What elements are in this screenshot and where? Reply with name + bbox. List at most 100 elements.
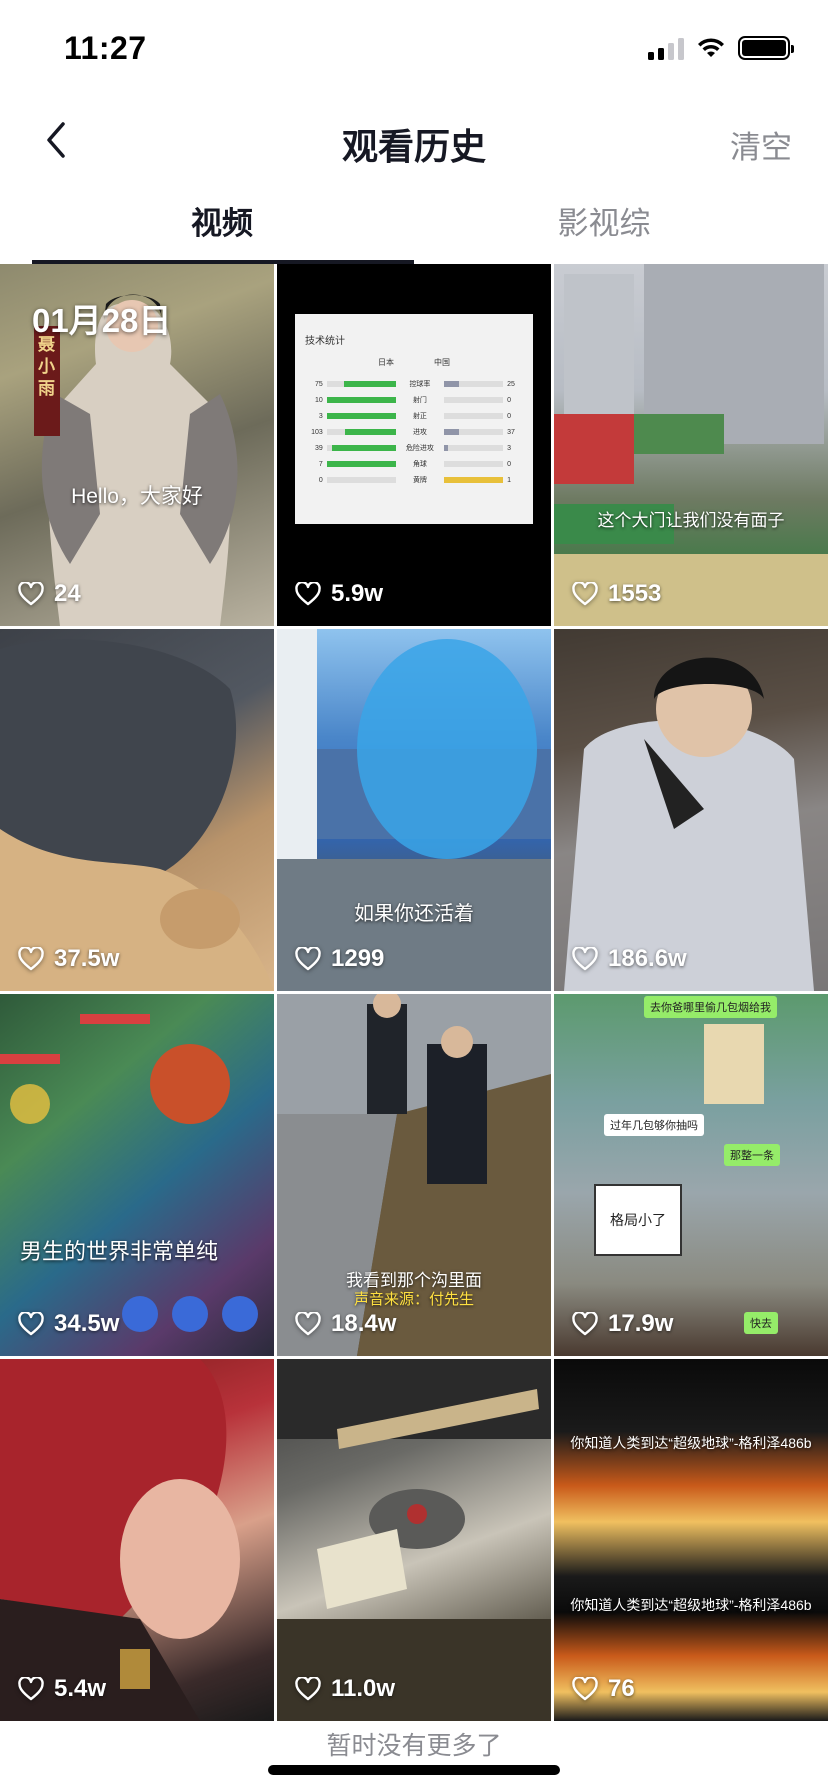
stats-row: 10 射门 0 <box>305 392 523 408</box>
heart-icon <box>18 1677 44 1701</box>
like-count-value: 11.0w <box>331 1675 396 1702</box>
stat-name: 控球率 <box>409 381 431 388</box>
thumbnail-image <box>277 1359 551 1721</box>
video-thumbnail[interactable]: 11.0w <box>277 1359 551 1721</box>
chat-bubble: 那整一条 <box>724 1144 780 1166</box>
stat-right-value: 37 <box>507 428 515 436</box>
stats-panel: 技术统计 日本 中国 75 控球率 25 10 射门 0 3 射正 0 103 进攻 37 39 危险进攻… <box>295 314 533 524</box>
stat-left-fill <box>344 429 397 435</box>
heart-icon <box>18 1312 44 1336</box>
stat-right-value: 0 <box>507 460 512 468</box>
stat-left-fill <box>331 445 397 451</box>
stat-left-fill <box>326 413 397 419</box>
heart-icon <box>295 1677 321 1701</box>
nav-bar: 观看历史 清空 <box>0 100 828 180</box>
heart-icon <box>295 1312 321 1336</box>
stat-left-bar <box>326 413 397 419</box>
like-count-value: 5.4w <box>54 1675 107 1702</box>
heart-icon <box>18 582 44 606</box>
video-caption: 你知道人类到达“超级地球”-格利泽486b <box>570 1435 812 1451</box>
video-thumbnail[interactable]: 我看到那个沟里面 声音来源：付先生 18.4w <box>277 994 551 1356</box>
stat-left-bar <box>326 397 397 403</box>
like-count-value: 76 <box>608 1675 635 1702</box>
video-thumbnail[interactable]: 技术统计 日本 中国 75 控球率 25 10 射门 0 3 射正 0 103 进攻 37 39 危险进攻… <box>277 264 551 626</box>
heart-icon <box>572 1677 598 1701</box>
stat-right-value: 3 <box>507 444 512 452</box>
video-thumbnail[interactable]: 如果你还活着 1299 <box>277 629 551 991</box>
stat-left-fill <box>326 397 397 403</box>
stat-name: 角球 <box>412 461 427 468</box>
stat-right-bar <box>443 429 504 435</box>
video-caption: Hello，大家好 <box>71 485 203 508</box>
stats-row: 103 进攻 37 <box>305 424 523 440</box>
stat-left-value: 39 <box>315 444 323 452</box>
like-count: 5.9w <box>295 580 383 608</box>
wifi-icon <box>698 38 724 57</box>
like-count-value: 34.5w <box>54 1310 120 1337</box>
video-thumbnail[interactable]: 5.4w <box>0 1359 274 1721</box>
like-count: 34.5w <box>18 1310 119 1338</box>
chat-bubble: 去你爸哪里偷几包烟给我 <box>644 996 777 1018</box>
thumbnail-image <box>0 1014 258 1332</box>
like-count: 11.0w <box>295 1675 395 1703</box>
stat-right-bar <box>443 413 504 419</box>
team-left: 日本 <box>378 358 394 367</box>
tab-videos[interactable]: 视频 <box>32 188 412 264</box>
stats-row: 3 射正 0 <box>305 408 523 424</box>
video-thumbnail[interactable]: 聂小雨 01月28日 Hello，大家好 24 <box>0 264 274 626</box>
like-count: 17.9w <box>572 1310 673 1338</box>
heart-icon <box>295 582 321 606</box>
video-caption-repeat: 你知道人类到达“超级地球”-格利泽486b <box>570 1597 812 1613</box>
stat-name: 射正 <box>412 413 427 420</box>
video-thumbnail[interactable]: 186.6w <box>554 629 828 991</box>
video-grid: 聂小雨 01月28日 Hello，大家好 24 技术统计 日本 中国 75 控球率… <box>0 264 828 1721</box>
video-thumbnail[interactable]: 去你爸哪里偷几包烟给我 过年几包够你抽吗 那整一条 格局小了 快去 17.9w <box>554 994 828 1356</box>
sticker-text: 格局小了 <box>610 1212 666 1228</box>
thumbnail-image <box>554 264 828 626</box>
like-count-value: 18.4w <box>331 1310 397 1337</box>
like-count: 1553 <box>572 580 661 608</box>
stat-left-value: 3 <box>318 412 323 420</box>
video-thumbnail[interactable]: 你知道人类到达“超级地球”-格利泽486b 你知道人类到达“超级地球”-格利泽4… <box>554 1359 828 1721</box>
stats-row: 39 危险进攻 3 <box>305 440 523 456</box>
stat-left-value: 0 <box>318 476 323 484</box>
thumbnail-image <box>0 639 274 991</box>
tab-film-tv[interactable]: 影视综 <box>414 188 794 264</box>
stat-left-bar <box>326 477 397 483</box>
video-thumbnail[interactable]: 37.5w <box>0 629 274 991</box>
video-caption: 男生的世界非常单纯 <box>20 1239 219 1264</box>
stat-name: 危险进攻 <box>405 445 434 452</box>
stat-left-bar <box>326 381 397 387</box>
stat-right-bar <box>443 461 504 467</box>
clear-button[interactable]: 清空 <box>730 122 792 167</box>
photo-card <box>704 1024 764 1104</box>
like-count: 1299 <box>295 945 384 973</box>
heart-icon <box>572 582 598 606</box>
like-count-value: 5.9w <box>331 580 384 607</box>
stat-right-value: 0 <box>507 396 512 404</box>
stat-right-bar <box>443 445 504 451</box>
date-label: 01月28日 <box>32 302 172 339</box>
stat-left-fill <box>344 381 397 387</box>
like-count-value: 37.5w <box>54 945 120 972</box>
stat-left-bar <box>326 429 397 435</box>
stat-name: 黄牌 <box>412 477 427 484</box>
battery-icon <box>738 36 794 60</box>
status-icons <box>648 36 794 60</box>
stats-row: 75 控球率 25 <box>305 376 523 392</box>
thumbnail-image <box>0 1359 240 1721</box>
stat-right-value: 0 <box>507 412 512 420</box>
stats-row: 0 黄牌 1 <box>305 472 523 488</box>
heart-icon <box>572 1312 598 1336</box>
stats-row: 7 角球 0 <box>305 456 523 472</box>
stat-left-value: 10 <box>315 396 323 404</box>
stat-name: 射门 <box>412 397 427 404</box>
home-indicator <box>268 1765 560 1775</box>
chat-bubble: 过年几包够你抽吗 <box>604 1114 704 1136</box>
stat-left-value: 7 <box>318 460 323 468</box>
video-thumbnail[interactable]: 男生的世界非常单纯 34.5w <box>0 994 274 1356</box>
video-thumbnail[interactable]: 这个大门让我们没有面子 1553 <box>554 264 828 626</box>
page-title: 观看历史 <box>341 126 486 167</box>
video-caption: 如果你还活着 <box>354 903 474 925</box>
stats-title: 技术统计 <box>305 336 345 347</box>
